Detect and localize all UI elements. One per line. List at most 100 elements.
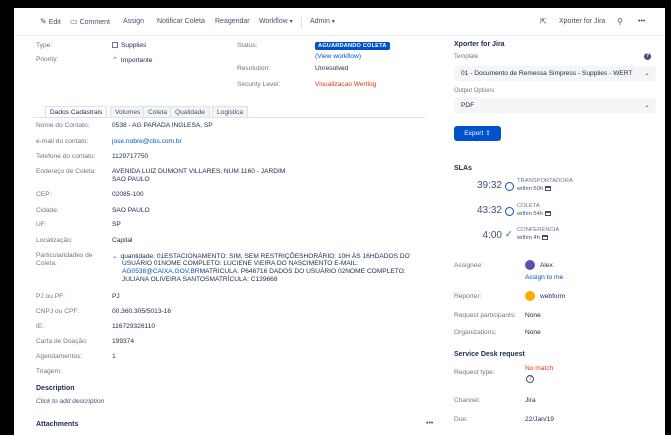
- avatar: [525, 260, 535, 270]
- organizations-label: Organizations:: [454, 329, 497, 336]
- sla-name: COLETA: [517, 203, 540, 209]
- sla-name: CONFERENCIA: [517, 227, 560, 233]
- share-icon: ⇱: [540, 17, 547, 26]
- organizations-value[interactable]: None: [525, 329, 541, 336]
- endereco-line-1: AVENIDA LUIZ DUMONT VILLARES, NUM 1160 -…: [112, 168, 286, 175]
- due-value[interactable]: 22/Jan/19: [525, 416, 554, 423]
- endereco-label: Endereço de Coleta:: [36, 168, 97, 175]
- export-button[interactable]: Export ⇪: [454, 126, 501, 141]
- security-level-label: Security Level:: [237, 81, 281, 88]
- nome-contato-value: 0538 - AG PARADA INGLESA, SP: [112, 122, 213, 129]
- toolbar-divider: [301, 16, 302, 28]
- particularidades-line-3: AG0538@CAIXA.GOV.BRMATRICULA: P646716 DA…: [122, 268, 406, 275]
- carta-value: 199374: [112, 338, 135, 345]
- uf-label: UF:: [36, 221, 47, 228]
- request-type-label: Request type:: [454, 369, 495, 376]
- sla-within: within 54h: [517, 211, 552, 217]
- info-icon[interactable]: ?: [644, 53, 651, 60]
- calendar-icon: [541, 235, 548, 240]
- output-select[interactable]: PDF ⌄: [454, 98, 656, 113]
- clock-icon: [505, 207, 514, 216]
- priority-up-icon: ⌃: [112, 57, 118, 64]
- pencil-icon: ✎: [40, 17, 47, 26]
- attachments-more-button[interactable]: •••: [426, 420, 433, 427]
- description-title: Description: [36, 385, 75, 392]
- participants-value[interactable]: None: [525, 312, 541, 319]
- more-actions-button[interactable]: •••: [634, 15, 649, 29]
- particularidades-label-1: Particularidades de: [36, 252, 93, 259]
- notificar-coleta-button[interactable]: Notificar Coleta: [153, 15, 209, 29]
- watch-icon: ⚲: [617, 17, 623, 26]
- chevron-down-icon: ⌄: [644, 102, 650, 109]
- priority-value: ⌃ Importante: [112, 57, 153, 64]
- email-label: e-mail do contato:: [36, 138, 89, 145]
- xporter-title: Xporter for Jira: [454, 41, 505, 48]
- comment-icon: ▭: [70, 17, 78, 26]
- sla-name: TRANSPORTADORA: [517, 178, 573, 184]
- chevron-down-icon[interactable]: ⌄: [112, 253, 118, 260]
- edit-button[interactable]: ✎ Edit: [36, 15, 65, 29]
- calendar-icon: [545, 186, 552, 191]
- sla-within: within 4h: [517, 235, 548, 241]
- email-link[interactable]: jose.nobre@cbs.com.br: [112, 138, 182, 145]
- description-placeholder[interactable]: Click to add description: [36, 398, 104, 405]
- tab-divider: [33, 117, 425, 118]
- particularidades-email-link[interactable]: AG0538@CAIXA.GOV.BR: [122, 268, 200, 275]
- supplies-icon: [112, 42, 118, 48]
- resolution-label: Resolution:: [237, 65, 270, 72]
- endereco-line-2: SAO PAULO: [112, 176, 150, 183]
- status-label: Status:: [237, 42, 258, 49]
- comment-button[interactable]: ▭ Comment: [66, 15, 114, 29]
- export-icon: ⇪: [485, 130, 491, 137]
- cnpj-label: CNPJ ou CPF:: [36, 308, 80, 315]
- cidade-label: Cidade:: [36, 207, 59, 214]
- request-type-value[interactable]: No match: [525, 365, 553, 372]
- status-badge[interactable]: AGUARDANDO COLETA: [315, 42, 390, 50]
- particularidades-line-4: JULIANA OLIVEIRA SANTOSMATRÍCULA: C13966…: [122, 276, 278, 283]
- sla-time: 39:32: [476, 180, 502, 191]
- xporter-button[interactable]: Xporter for Jira: [555, 15, 609, 29]
- due-label: Due:: [454, 416, 468, 423]
- watch-button[interactable]: ⚲: [613, 15, 629, 29]
- nome-contato-label: Nome do Contato:: [36, 122, 90, 129]
- security-level-value: Visualizacao Wertlog: [315, 81, 377, 88]
- uf-value: SP: [112, 221, 121, 228]
- channel-label: Channel:: [454, 397, 481, 404]
- help-icon[interactable]: ?: [526, 375, 534, 383]
- reagendar-button[interactable]: Reagendar: [211, 15, 254, 29]
- type-label: Type:: [36, 42, 53, 49]
- sla-within: within 50h: [517, 186, 552, 192]
- view-workflow-link[interactable]: (View workflow): [315, 53, 361, 60]
- sla-time: 43:32: [476, 205, 502, 216]
- particularidades-line-1: ⌄ quantidade: 01ESTACIONAMENTO: SIM, SEM …: [112, 253, 410, 260]
- triagem-label: Triagem:: [36, 368, 62, 375]
- agendamentos-label: Agendamentos:: [36, 353, 83, 360]
- service-desk-title: Service Desk request: [454, 351, 525, 358]
- share-button[interactable]: ⇱: [536, 15, 553, 29]
- template-select[interactable]: 01 - Documento de Remessa Simpress - Sup…: [454, 66, 656, 81]
- reporter-value[interactable]: webform: [540, 293, 565, 300]
- localizacao-label: Localização:: [36, 237, 73, 244]
- avatar: [525, 291, 535, 301]
- workflow-menu[interactable]: Workflow ▾: [255, 15, 297, 29]
- calendar-icon: [545, 211, 552, 216]
- assign-to-me-link[interactable]: Assign to me: [525, 274, 563, 281]
- participants-label: Request participants:: [454, 312, 516, 319]
- ie-label: IE:: [36, 323, 45, 330]
- issue-view: ✎ Edit ▭ Comment Assign Notificar Coleta R…: [14, 8, 665, 435]
- telefone-value: 1129717750: [112, 153, 149, 160]
- cep-value: 02085-100: [112, 191, 144, 198]
- resolution-value: Unresolved: [315, 65, 349, 72]
- channel-value: Jira: [525, 397, 536, 404]
- localizacao-value: Capital: [112, 237, 133, 244]
- assign-button[interactable]: Assign: [119, 15, 148, 29]
- chevron-down-icon: ▾: [289, 19, 293, 25]
- cnpj-value: 00.360.305/5013-16: [112, 308, 172, 315]
- particularidades-label-2: Coleta:: [36, 260, 57, 267]
- assignee-value[interactable]: Alex: [540, 262, 553, 269]
- admin-menu[interactable]: Admin ▾: [306, 15, 339, 29]
- ie-value: 116729326110: [112, 323, 156, 330]
- attachments-title: Attachments: [36, 421, 79, 428]
- cidade-value: SAO PAULO: [112, 207, 150, 214]
- slas-title: SLAs: [454, 165, 472, 172]
